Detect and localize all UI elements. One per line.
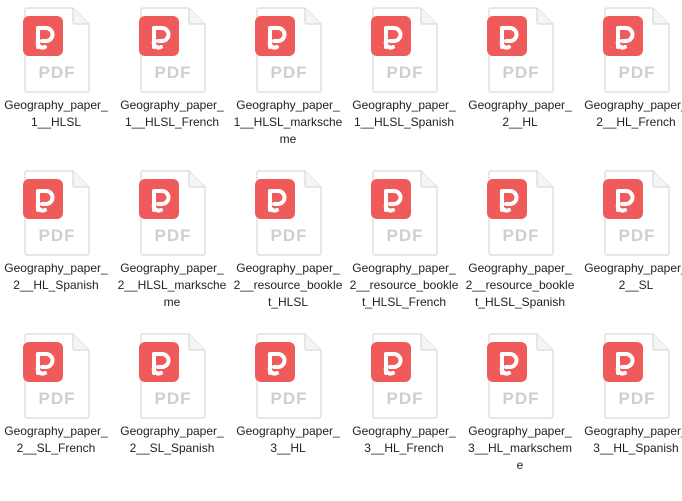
- file-name-label: Geography_paper_2__SL_French: [4, 424, 108, 455]
- file-item-geography-paper-2-resource-booklet-hlsl[interactable]: PDF Geography_paper_2__resource_booklet_…: [233, 163, 343, 321]
- file-item-geography-paper-3-hl-french[interactable]: PDF Geography_paper_3__HL_French: [349, 326, 459, 484]
- pdf-file-icon: PDF: [255, 6, 323, 94]
- file-item-geography-paper-1-hlsl[interactable]: PDF Geography_paper_1__HLSL: [1, 0, 111, 158]
- file-name-label: Geography_paper_2__HL: [468, 98, 572, 129]
- file-item-geography-paper-2-resource-booklet-hlsl-french[interactable]: PDF Geography_paper_2__resource_booklet_…: [349, 163, 459, 321]
- file-item-geography-paper-2-sl-spanish[interactable]: PDF Geography_paper_2__SL_Spanish: [117, 326, 227, 484]
- svg-text:PDF: PDF: [39, 226, 76, 245]
- file-name-label: Geography_paper_2__resource_booklet_HLSL…: [465, 261, 575, 309]
- svg-text:PDF: PDF: [503, 389, 540, 408]
- svg-text:PDF: PDF: [271, 63, 308, 82]
- file-name-label: Geography_paper_3__HL_markscheme: [467, 424, 573, 472]
- file-name-label: Geography_paper_3__HL: [236, 424, 340, 455]
- svg-text:PDF: PDF: [271, 226, 308, 245]
- pdf-file-icon: PDF: [139, 6, 207, 94]
- pdf-file-icon: PDF: [23, 169, 91, 257]
- pdf-file-icon: PDF: [603, 332, 671, 420]
- svg-text:PDF: PDF: [503, 63, 540, 82]
- pdf-file-icon: PDF: [23, 6, 91, 94]
- pdf-file-icon: PDF: [487, 332, 555, 420]
- file-name-label: Geography_paper_1__HLSL_French: [120, 98, 224, 129]
- file-grid: PDF Geography_paper_1__HLSL PDF Geograph…: [0, 0, 682, 501]
- file-name-label: Geography_paper_2__SL: [584, 261, 682, 292]
- file-name-label: Geography_paper_2__SL_Spanish: [120, 424, 224, 455]
- file-name-label: Geography_paper_2__resource_booklet_HLSL: [233, 261, 343, 309]
- file-item-geography-paper-1-hlsl-french[interactable]: PDF Geography_paper_1__HLSL_French: [117, 0, 227, 158]
- pdf-file-icon: PDF: [139, 332, 207, 420]
- file-name-label: Geography_paper_1__HLSL_markscheme: [233, 98, 343, 146]
- file-item-geography-paper-2-resource-booklet-hlsl-spanish[interactable]: PDF Geography_paper_2__resource_booklet_…: [465, 163, 575, 321]
- pdf-file-icon: PDF: [371, 169, 439, 257]
- file-name-label: Geography_paper_2__HLSL_markscheme: [117, 261, 227, 309]
- file-name-label: Geography_paper_2__HL_Spanish: [4, 261, 108, 292]
- file-name-label: Geography_paper_2__HL_French: [584, 98, 682, 129]
- pdf-file-icon: PDF: [603, 169, 671, 257]
- file-name-label: Geography_paper_3__HL_Spanish: [584, 424, 682, 455]
- svg-text:PDF: PDF: [387, 389, 424, 408]
- pdf-file-icon: PDF: [255, 169, 323, 257]
- file-item-geography-paper-1-hlsl-markscheme[interactable]: PDF Geography_paper_1__HLSL_markscheme: [233, 0, 343, 158]
- svg-text:PDF: PDF: [39, 389, 76, 408]
- pdf-file-icon: PDF: [23, 332, 91, 420]
- file-item-geography-paper-3-hl[interactable]: PDF Geography_paper_3__HL: [233, 326, 343, 484]
- pdf-file-icon: PDF: [487, 6, 555, 94]
- svg-text:PDF: PDF: [271, 389, 308, 408]
- pdf-file-icon: PDF: [139, 169, 207, 257]
- file-item-geography-paper-1-hlsl-spanish[interactable]: PDF Geography_paper_1__HLSL_Spanish: [349, 0, 459, 158]
- svg-text:PDF: PDF: [155, 226, 192, 245]
- file-item-geography-paper-3-hl-spanish[interactable]: PDF Geography_paper_3__HL_Spanish: [581, 326, 682, 484]
- pdf-file-icon: PDF: [603, 6, 671, 94]
- file-item-geography-paper-2-hl[interactable]: PDF Geography_paper_2__HL: [465, 0, 575, 158]
- svg-text:PDF: PDF: [155, 63, 192, 82]
- svg-text:PDF: PDF: [387, 63, 424, 82]
- svg-text:PDF: PDF: [155, 389, 192, 408]
- file-item-geography-paper-2-sl[interactable]: PDF Geography_paper_2__SL: [581, 163, 682, 321]
- svg-text:PDF: PDF: [503, 226, 540, 245]
- file-name-label: Geography_paper_1__HLSL_Spanish: [352, 98, 456, 129]
- svg-text:PDF: PDF: [387, 226, 424, 245]
- file-name-label: Geography_paper_1__HLSL: [4, 98, 108, 129]
- file-item-geography-paper-2-hl-french[interactable]: PDF Geography_paper_2__HL_French: [581, 0, 682, 158]
- file-item-geography-paper-3-hl-markscheme[interactable]: PDF Geography_paper_3__HL_markscheme: [465, 326, 575, 484]
- file-item-geography-paper-2-sl-french[interactable]: PDF Geography_paper_2__SL_French: [1, 326, 111, 484]
- file-name-label: Geography_paper_2__resource_booklet_HLSL…: [349, 261, 459, 309]
- pdf-file-icon: PDF: [371, 332, 439, 420]
- svg-text:PDF: PDF: [619, 389, 656, 408]
- svg-text:PDF: PDF: [619, 226, 656, 245]
- pdf-file-icon: PDF: [487, 169, 555, 257]
- pdf-file-icon: PDF: [255, 332, 323, 420]
- file-item-geography-paper-2-hlsl-markscheme[interactable]: PDF Geography_paper_2__HLSL_markscheme: [117, 163, 227, 321]
- svg-text:PDF: PDF: [619, 63, 656, 82]
- file-name-label: Geography_paper_3__HL_French: [352, 424, 456, 455]
- svg-text:PDF: PDF: [39, 63, 76, 82]
- pdf-file-icon: PDF: [371, 6, 439, 94]
- file-item-geography-paper-2-hl-spanish[interactable]: PDF Geography_paper_2__HL_Spanish: [1, 163, 111, 321]
